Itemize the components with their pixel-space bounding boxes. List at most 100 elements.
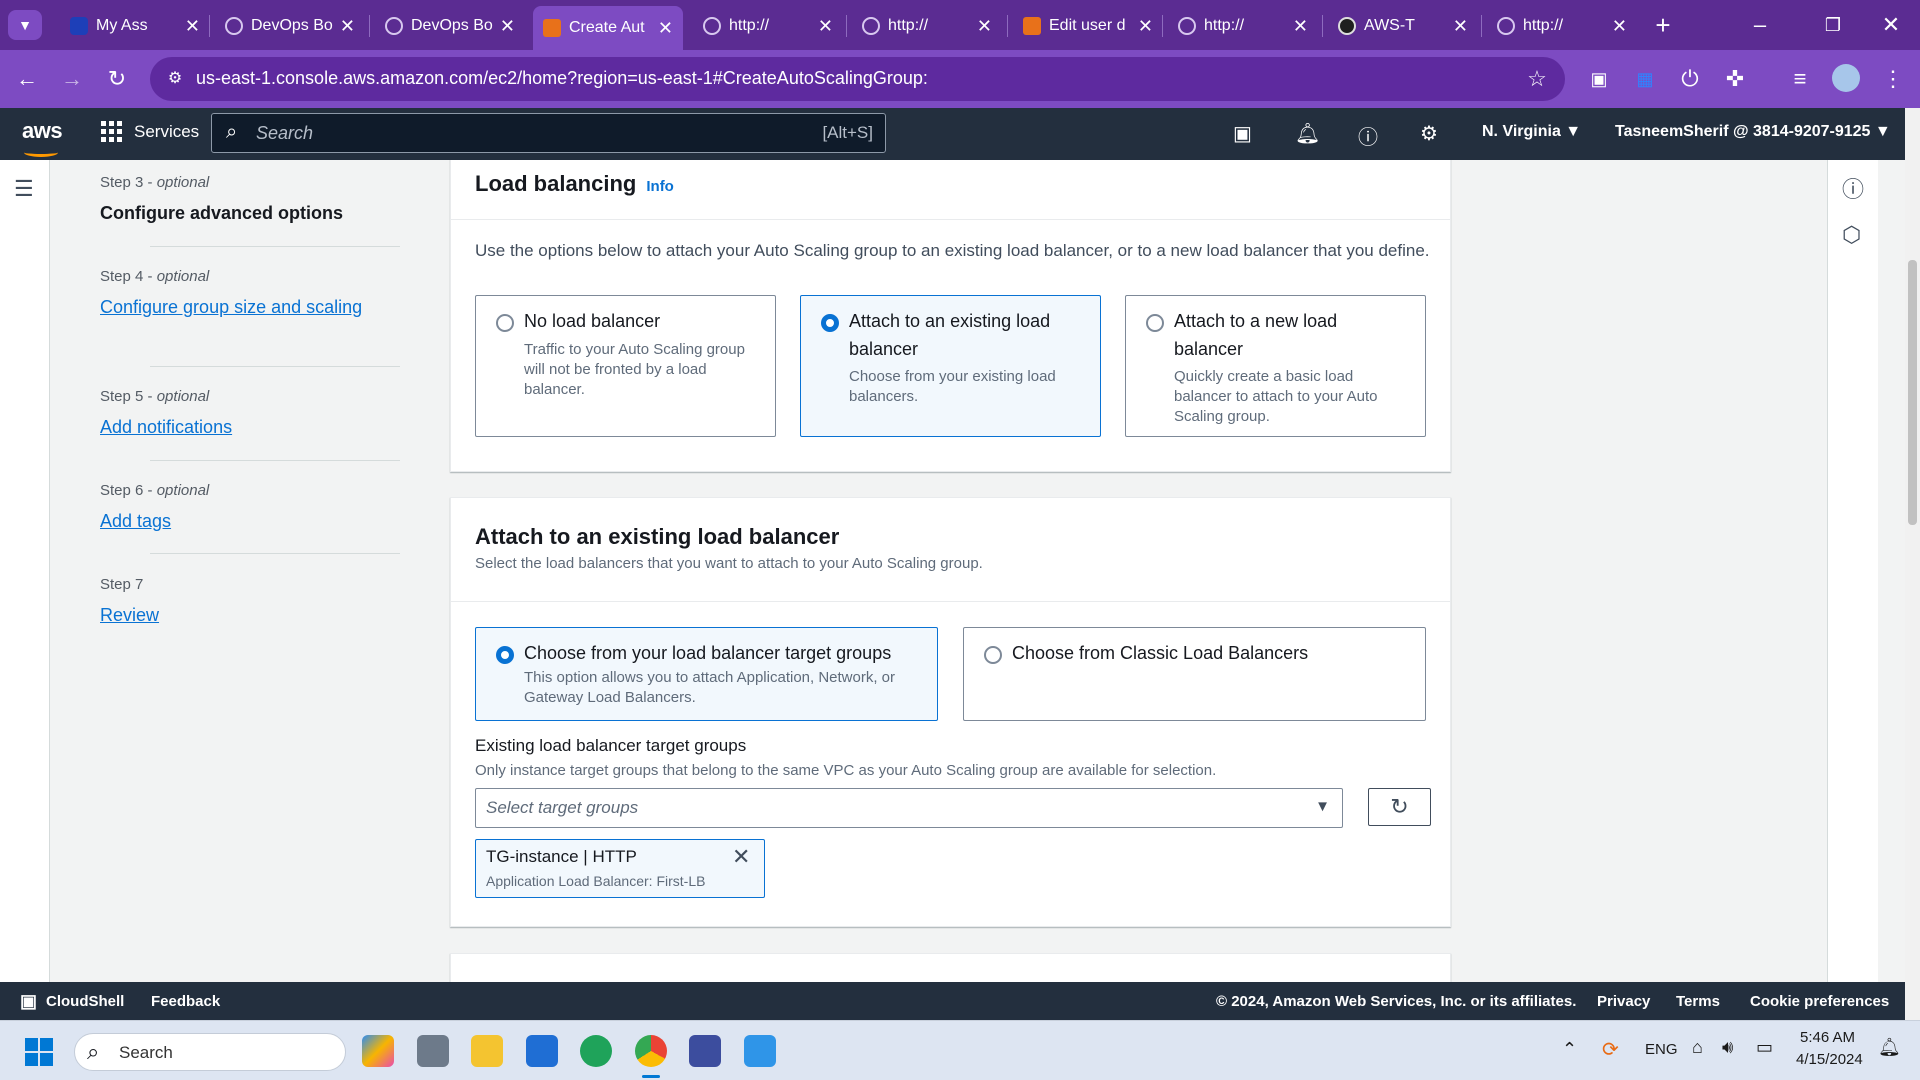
radio-classic-load-balancers[interactable] xyxy=(984,646,1002,664)
browser-tab[interactable]: Create Aut ✕ xyxy=(533,6,683,50)
scrollbar-thumb[interactable] xyxy=(1908,260,1917,525)
language-indicator[interactable]: ENG xyxy=(1645,1041,1678,1058)
step-6-link[interactable]: Add tags xyxy=(100,507,400,535)
settings-icon[interactable]: ⚙ xyxy=(1420,121,1438,146)
attach-existing-title: Attach to an existing load balancer xyxy=(475,524,840,549)
battery-icon[interactable]: ▭ xyxy=(1756,1037,1773,1058)
aws-logo[interactable]: aws xyxy=(22,118,63,157)
cloudshell-icon[interactable]: ▣ xyxy=(1233,121,1252,146)
browser-tab[interactable]: http:// ✕ xyxy=(1168,8,1318,44)
tab-separator xyxy=(1481,15,1482,37)
option-target-groups[interactable]: Choose from your load balancer target gr… xyxy=(475,627,938,721)
wifi-icon[interactable]: ⌂ xyxy=(1692,1037,1703,1058)
cookie-preferences-link[interactable]: Cookie preferences xyxy=(1750,993,1889,1010)
extension-icon[interactable]: ▦ xyxy=(1630,64,1660,94)
browser-menu-icon[interactable]: ⋮ xyxy=(1878,64,1908,94)
cloudshell-icon: ▣ xyxy=(20,991,38,1011)
step-5-link[interactable]: Add notifications xyxy=(100,413,400,441)
restore-icon[interactable]: ❐ xyxy=(1818,10,1848,40)
step-6-label: Step 6 - optional xyxy=(100,482,210,499)
tab-close-icon[interactable]: ✕ xyxy=(818,17,833,35)
tray-chevron-icon[interactable]: ⌃ xyxy=(1562,1039,1577,1060)
edge-icon[interactable] xyxy=(580,1035,612,1067)
cloudshell-link[interactable]: CloudShell xyxy=(46,993,124,1010)
forward-icon[interactable]: → xyxy=(57,64,87,94)
browser-tab[interactable]: DevOps Bo ✕ xyxy=(375,8,525,44)
radio-target-groups[interactable] xyxy=(496,646,514,664)
taskbar-search[interactable]: ⌕ Search xyxy=(74,1033,346,1071)
close-x-icon[interactable]: ✕ xyxy=(732,844,750,870)
option-new-load-balancer[interactable]: Attach to a new load balancer Quickly cr… xyxy=(1125,295,1426,437)
tab-close-icon[interactable]: ✕ xyxy=(1138,17,1153,35)
tab-close-icon[interactable]: ✕ xyxy=(1612,17,1627,35)
clock-date[interactable]: 4/15/2024 xyxy=(1796,1051,1863,1068)
reading-mode-icon[interactable]: ▣ xyxy=(1584,64,1614,94)
bookmark-star-icon[interactable]: ☆ xyxy=(1522,64,1552,94)
tab-close-icon[interactable]: ✕ xyxy=(1453,17,1468,35)
info-circle-icon[interactable]: ⓘ xyxy=(1842,172,1864,204)
media-icon[interactable]: ≡ xyxy=(1785,64,1815,94)
menu-icon[interactable]: ☰ xyxy=(14,176,34,202)
app-icon[interactable] xyxy=(744,1035,776,1067)
address-bar[interactable]: ⚙ us-east-1.console.aws.amazon.com/ec2/h… xyxy=(150,57,1565,101)
notification-bell-icon[interactable]: 🔔︎ xyxy=(1878,1037,1901,1058)
browser-tab[interactable]: Edit user d ✕ xyxy=(1013,8,1163,44)
browser-tab[interactable]: http:// ✕ xyxy=(852,8,1002,44)
chrome-icon[interactable] xyxy=(635,1035,667,1067)
mail-icon[interactable] xyxy=(526,1035,558,1067)
app-icon[interactable] xyxy=(689,1035,721,1067)
new-tab-icon[interactable]: + xyxy=(1648,10,1678,40)
clock-time[interactable]: 5:46 AM xyxy=(1800,1029,1855,1046)
terms-link[interactable]: Terms xyxy=(1676,993,1720,1010)
feedback-hexagon-icon[interactable]: ⬡ xyxy=(1842,222,1861,248)
tab-title: http:// xyxy=(888,17,929,34)
tab-close-icon[interactable]: ✕ xyxy=(977,17,992,35)
info-link[interactable]: Info xyxy=(646,178,674,195)
radio-new-load-balancer[interactable] xyxy=(1146,314,1164,332)
console-search-input[interactable]: ⌕ Search [Alt+S] xyxy=(211,113,886,153)
help-icon[interactable]: ⓘ xyxy=(1358,121,1378,150)
option-existing-load-balancer[interactable]: Attach to an existing load balancer Choo… xyxy=(800,295,1101,437)
tab-close-icon[interactable]: ✕ xyxy=(1293,17,1308,35)
page-scrollbar[interactable] xyxy=(1905,108,1920,1020)
reload-icon[interactable]: ↻ xyxy=(102,64,132,94)
radio-existing-load-balancer[interactable] xyxy=(821,314,839,332)
profile-avatar[interactable] xyxy=(1832,64,1860,92)
file-explorer-icon[interactable] xyxy=(471,1035,503,1067)
site-info-icon[interactable]: ⚙ xyxy=(160,64,190,94)
tab-separator xyxy=(1162,15,1163,37)
browser-tab[interactable]: AWS-T ✕ xyxy=(1328,8,1478,44)
close-window-icon[interactable]: ✕ xyxy=(1876,10,1906,40)
volume-icon[interactable]: 🔊︎ xyxy=(1722,1037,1733,1058)
minimize-icon[interactable]: – xyxy=(1745,10,1775,40)
tab-search-icon[interactable]: ▼ xyxy=(8,10,42,40)
option-classic-load-balancers[interactable]: Choose from Classic Load Balancers xyxy=(963,627,1426,721)
radio-no-load-balancer[interactable] xyxy=(496,314,514,332)
region-selector[interactable]: N. Virginia ▼ xyxy=(1482,123,1581,141)
account-menu[interactable]: TasneemSherif @ 3814-9207-9125 ▼ xyxy=(1615,123,1891,141)
option-no-load-balancer[interactable]: No load balancer Traffic to your Auto Sc… xyxy=(475,295,776,437)
feedback-link[interactable]: Feedback xyxy=(151,993,220,1010)
step-7-link[interactable]: Review xyxy=(100,601,400,629)
back-icon[interactable]: ← xyxy=(12,64,42,94)
bell-icon[interactable]: 🔔︎ xyxy=(1295,121,1320,146)
power-icon[interactable]: ⏻ xyxy=(1675,64,1705,94)
browser-tab[interactable]: My Ass ✕ xyxy=(60,8,210,44)
tab-close-icon[interactable]: ✕ xyxy=(658,19,673,37)
services-menu[interactable]: Services xyxy=(101,121,199,142)
refresh-button[interactable]: ↻ xyxy=(1368,788,1431,826)
browser-tab[interactable]: http:// ✕ xyxy=(1487,8,1637,44)
privacy-link[interactable]: Privacy xyxy=(1597,993,1650,1010)
target-groups-select[interactable]: Select target groups ▼ xyxy=(475,788,1343,828)
sync-icon[interactable]: ⟳ xyxy=(1602,1037,1619,1062)
windows-start-icon[interactable] xyxy=(25,1038,53,1066)
tab-close-icon[interactable]: ✕ xyxy=(500,17,515,35)
task-view-icon[interactable] xyxy=(417,1035,449,1067)
extensions-puzzle-icon[interactable]: ✜ xyxy=(1720,64,1750,94)
copilot-icon[interactable] xyxy=(362,1035,394,1067)
tab-close-icon[interactable]: ✕ xyxy=(185,17,200,35)
browser-tab[interactable]: http:// ✕ xyxy=(693,8,843,44)
tab-close-icon[interactable]: ✕ xyxy=(340,17,355,35)
browser-tab[interactable]: DevOps Bo ✕ xyxy=(215,8,365,44)
step-4-link[interactable]: Configure group size and scaling xyxy=(100,293,400,321)
